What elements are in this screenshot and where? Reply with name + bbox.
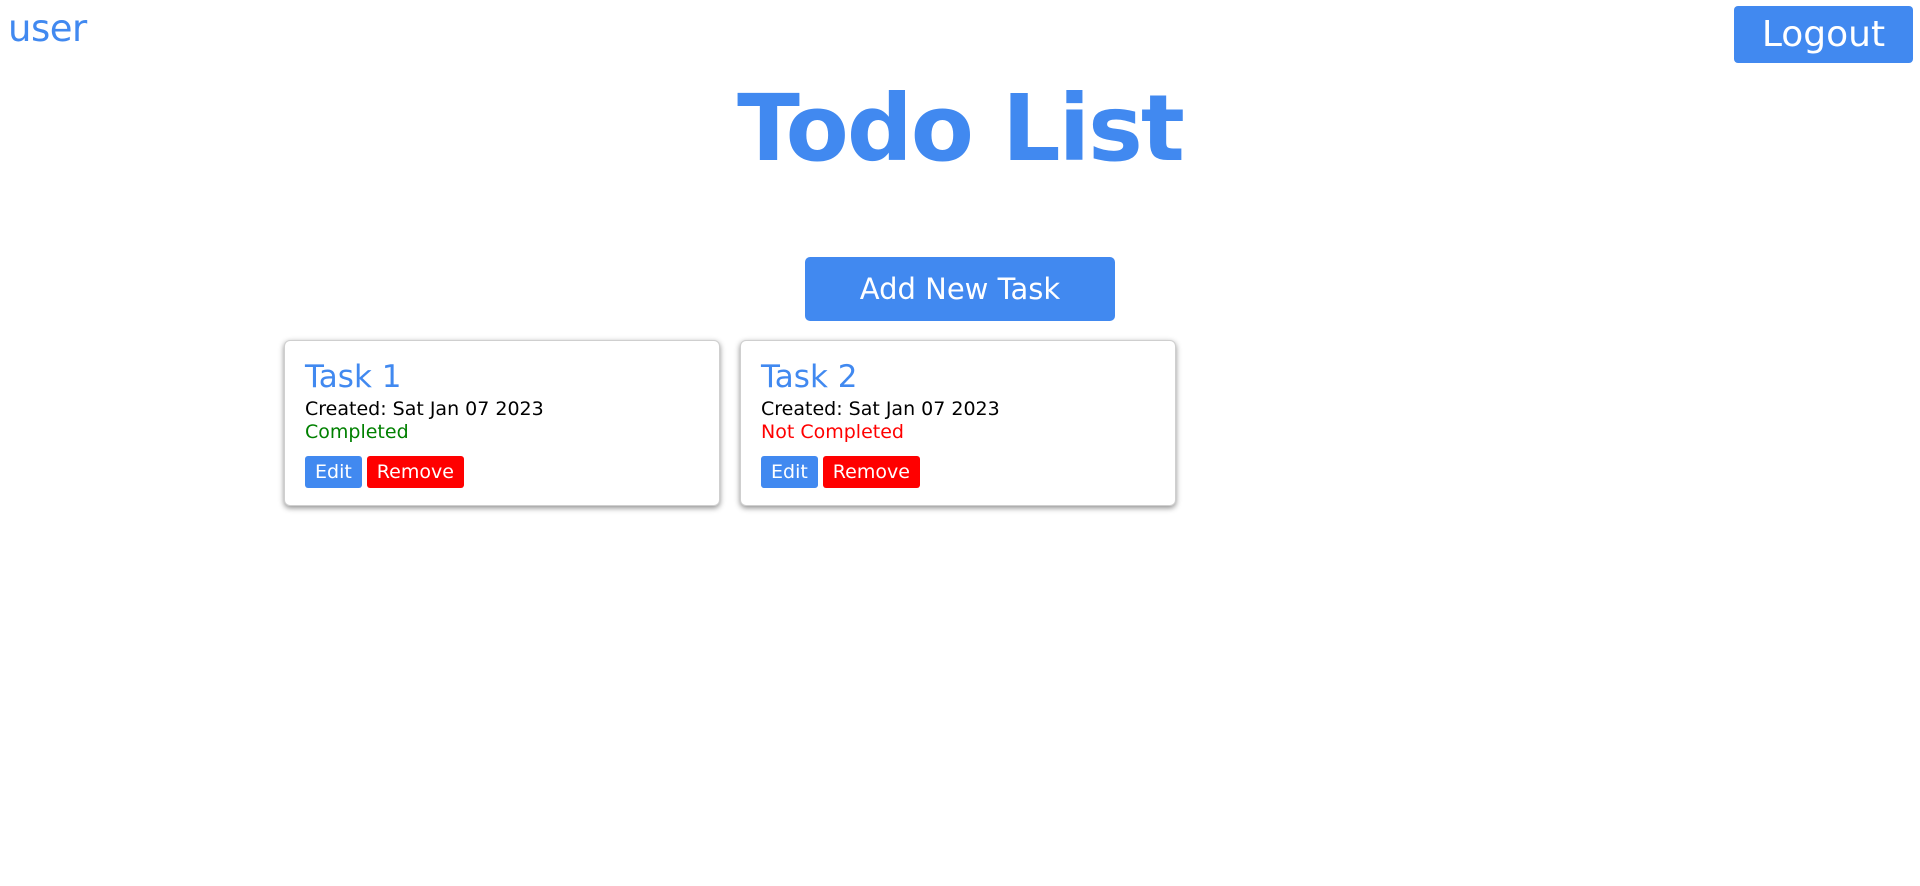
- task-created-date: Created: Sat Jan 07 2023: [761, 397, 1000, 420]
- add-new-task-button[interactable]: Add New Task: [805, 257, 1115, 321]
- remove-task-button[interactable]: Remove: [822, 456, 920, 488]
- task-card: Task 2 Created: Sat Jan 07 2023 Not Comp…: [740, 340, 1176, 506]
- task-list: Task 1 Created: Sat Jan 07 2023 Complete…: [284, 340, 1176, 506]
- task-title: Task 2: [761, 359, 858, 395]
- task-status: Completed: [305, 421, 409, 444]
- username-label: user: [8, 7, 87, 50]
- task-actions: Edit Remove: [305, 456, 464, 488]
- edit-task-button[interactable]: Edit: [305, 456, 362, 488]
- task-title: Task 1: [305, 359, 402, 395]
- task-created-date: Created: Sat Jan 07 2023: [305, 397, 544, 420]
- todo-page: user Logout Todo List Add New Task Task …: [0, 0, 1920, 886]
- task-actions: Edit Remove: [761, 456, 920, 488]
- logout-button[interactable]: Logout: [1734, 6, 1913, 63]
- page-title: Todo List: [737, 75, 1185, 182]
- edit-task-button[interactable]: Edit: [761, 456, 818, 488]
- remove-task-button[interactable]: Remove: [366, 456, 464, 488]
- task-status: Not Completed: [761, 421, 904, 444]
- task-card: Task 1 Created: Sat Jan 07 2023 Complete…: [284, 340, 720, 506]
